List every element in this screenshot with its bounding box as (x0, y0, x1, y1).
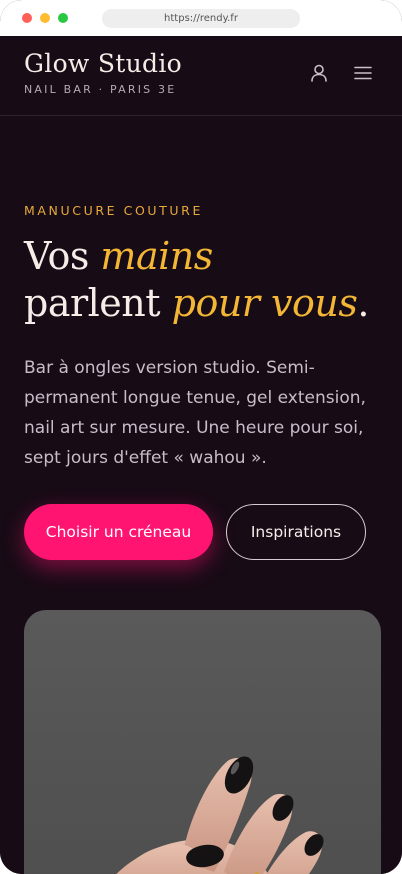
address-bar[interactable]: https://rendy.fr (102, 9, 300, 28)
headline-accent-pour-vous: pour vous (171, 281, 358, 325)
headline-part2: parlent (24, 281, 172, 325)
headline-period: . (357, 281, 369, 325)
hero-eyebrow: MANUCURE COUTURE (24, 203, 203, 218)
browser-chrome: https://rendy.fr (0, 0, 402, 36)
menu-button[interactable] (352, 62, 374, 84)
manicured-hand-illustration (116, 756, 324, 874)
device-frame: https://rendy.fr Glow Studio NAIL BAR · … (0, 0, 402, 874)
logo-subtitle: NAIL BAR · PARIS 3E (24, 83, 177, 96)
book-slot-button[interactable]: Choisir un créneau (24, 504, 213, 560)
maximize-window-dot[interactable] (58, 13, 68, 23)
minimize-window-dot[interactable] (40, 13, 50, 23)
user-icon (311, 64, 327, 82)
hamburger-menu-icon (354, 66, 372, 80)
account-button[interactable] (308, 62, 330, 84)
hero-headline: Vos mains parlent pour vous. (24, 233, 384, 327)
site-header: Glow Studio NAIL BAR · PARIS 3E (0, 36, 402, 116)
hero-description: Bar à ongles version studio. Semi-perman… (24, 358, 366, 468)
page: Glow Studio NAIL BAR · PARIS 3E MANUCURE… (0, 36, 402, 874)
logo-title[interactable]: Glow Studio (24, 49, 182, 78)
close-window-dot[interactable] (22, 13, 32, 23)
hero-hand-photo (24, 610, 381, 874)
headline-part1: Vos (24, 234, 101, 278)
inspirations-button[interactable]: Inspirations (226, 504, 366, 560)
headline-accent-mains: mains (100, 234, 213, 278)
